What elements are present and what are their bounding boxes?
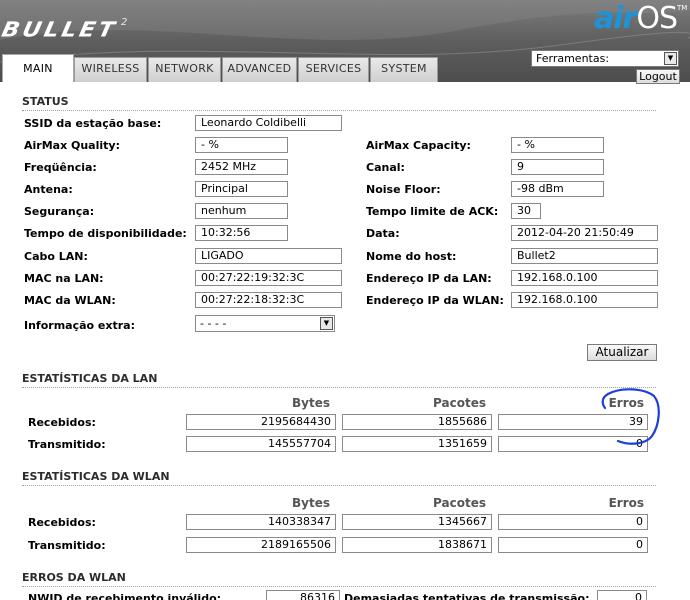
value-lan-ip: 192.168.0.100 xyxy=(511,270,658,286)
value-lan-cable: LIGADO xyxy=(195,248,342,264)
value-frequency: 2452 MHz xyxy=(195,159,288,175)
label-wlan-ip: Endereço IP da WLAN: xyxy=(366,294,504,307)
refresh-button[interactable]: Atualizar xyxy=(587,344,657,361)
value-airmax-quality: - % xyxy=(195,137,288,153)
label-lan-cable: Cabo LAN: xyxy=(24,250,88,263)
wlan-col-bytes: Bytes xyxy=(292,496,330,510)
value-hostname: Bullet2 xyxy=(511,248,658,264)
wlan-transmitted-errors: 0 xyxy=(498,537,648,553)
wlan-transmitted-bytes: 2189165506 xyxy=(186,537,336,553)
value-airmax-capacity: - % xyxy=(511,137,604,153)
label-lan-ip: Endereço IP da LAN: xyxy=(366,272,492,285)
chevron-down-icon[interactable]: ▼ xyxy=(664,52,677,65)
section-title-lan-stats: ESTATÍSTICAS DA LAN xyxy=(22,372,656,388)
airos-logo-os: OS xyxy=(636,1,678,36)
value-excessive-retries: 0 xyxy=(597,590,647,600)
label-hostname: Nome do host: xyxy=(366,250,457,263)
label-wlan-mac: MAC da WLAN: xyxy=(24,294,116,307)
tab-system[interactable]: SYSTEM xyxy=(370,57,438,82)
extra-info-dropdown[interactable]: - - - - ▼ xyxy=(195,315,335,332)
brand-logo-bullet: BULLET xyxy=(0,18,120,42)
value-security: nenhum xyxy=(195,203,288,219)
label-invalid-nwid: NWID de recebimento inválido: xyxy=(28,592,222,600)
wlan-row-transmitted-label: Transmitido: xyxy=(28,539,106,552)
label-noise-floor: Noise Floor: xyxy=(366,183,441,196)
value-ssid: Leonardo Coldibelli xyxy=(195,115,342,131)
chevron-down-icon[interactable]: ▼ xyxy=(320,317,333,330)
tools-dropdown-value: Ferramentas: xyxy=(536,52,610,65)
main-tabs: MAIN WIRELESS NETWORK ADVANCED SERVICES … xyxy=(0,54,440,82)
tab-advanced[interactable]: ADVANCED xyxy=(222,57,297,82)
value-antenna: Principal xyxy=(195,181,288,197)
wlan-received-packets: 1345667 xyxy=(342,514,492,530)
extra-info-dropdown-value: - - - - xyxy=(200,317,227,330)
airos-logo: airOS xyxy=(594,1,678,36)
value-lan-mac: 00:27:22:19:32:3C xyxy=(195,270,342,286)
label-date: Data: xyxy=(366,227,400,240)
wlan-row-received-label: Recebidos: xyxy=(28,516,96,529)
lan-received-packets: 1855686 xyxy=(342,414,492,430)
lan-col-packets: Pacotes xyxy=(433,396,486,410)
wlan-received-bytes: 140338347 xyxy=(186,514,336,530)
lan-row-received-label: Recebidos: xyxy=(28,416,96,429)
label-security: Segurança: xyxy=(24,205,95,218)
lan-transmitted-packets: 1351659 xyxy=(342,436,492,452)
value-wlan-ip: 192.168.0.100 xyxy=(511,292,658,308)
lan-col-bytes: Bytes xyxy=(292,396,330,410)
wlan-col-errors: Erros xyxy=(608,496,644,510)
lan-received-bytes: 2195684430 xyxy=(186,414,336,430)
value-wlan-mac: 00:27:22:18:32:3C xyxy=(195,292,342,308)
brand-superscript: 2 xyxy=(121,17,128,28)
value-date: 2012-04-20 21:50:49 xyxy=(511,225,658,241)
lan-row-transmitted-label: Transmitido: xyxy=(28,438,106,451)
label-channel: Canal: xyxy=(366,161,405,174)
label-ack-timeout: Tempo limite de ACK: xyxy=(366,205,499,218)
value-invalid-nwid: 86316 xyxy=(266,590,340,600)
wlan-col-packets: Pacotes xyxy=(433,496,486,510)
lan-transmitted-bytes: 145557704 xyxy=(186,436,336,452)
tab-services[interactable]: SERVICES xyxy=(298,57,369,82)
tab-wireless[interactable]: WIRELESS xyxy=(74,57,147,82)
section-title-status: STATUS xyxy=(22,95,656,111)
label-lan-mac: MAC na LAN: xyxy=(24,272,104,285)
label-ssid: SSID da estação base: xyxy=(24,117,162,130)
label-extra-info: Informação extra: xyxy=(24,319,135,332)
airos-logo-air: air xyxy=(594,1,637,36)
trademark-mark: TM xyxy=(677,4,688,12)
tools-dropdown[interactable]: Ferramentas: ▼ xyxy=(531,50,679,67)
value-noise-floor: -98 dBm xyxy=(511,181,604,197)
section-title-wlan-errors: ERROS DA WLAN xyxy=(22,571,656,587)
value-channel: 9 xyxy=(511,159,604,175)
value-ack-timeout: 30 xyxy=(511,203,541,219)
annotation-circle xyxy=(601,388,660,445)
label-uptime: Tempo de disponibilidade: xyxy=(24,227,187,240)
label-excessive-retries: Demasiadas tentativas de transmissão: xyxy=(344,592,590,600)
tab-network[interactable]: NETWORK xyxy=(148,57,221,82)
wlan-transmitted-packets: 1838671 xyxy=(342,537,492,553)
section-title-wlan-stats: ESTATÍSTICAS DA WLAN xyxy=(22,470,656,486)
tab-main[interactable]: MAIN xyxy=(2,54,74,82)
app-header: BULLET 2 airOS TM Ferramentas: ▼ MAIN WI… xyxy=(0,0,690,82)
wlan-received-errors: 0 xyxy=(498,514,648,530)
label-airmax-quality: AirMax Quality: xyxy=(24,139,120,152)
label-antenna: Antena: xyxy=(24,183,73,196)
value-uptime: 10:32:56 xyxy=(195,225,288,241)
logout-button[interactable]: Logout xyxy=(636,69,680,84)
label-airmax-capacity: AirMax Capacity: xyxy=(366,139,471,152)
label-frequency: Freqüência: xyxy=(24,161,97,174)
